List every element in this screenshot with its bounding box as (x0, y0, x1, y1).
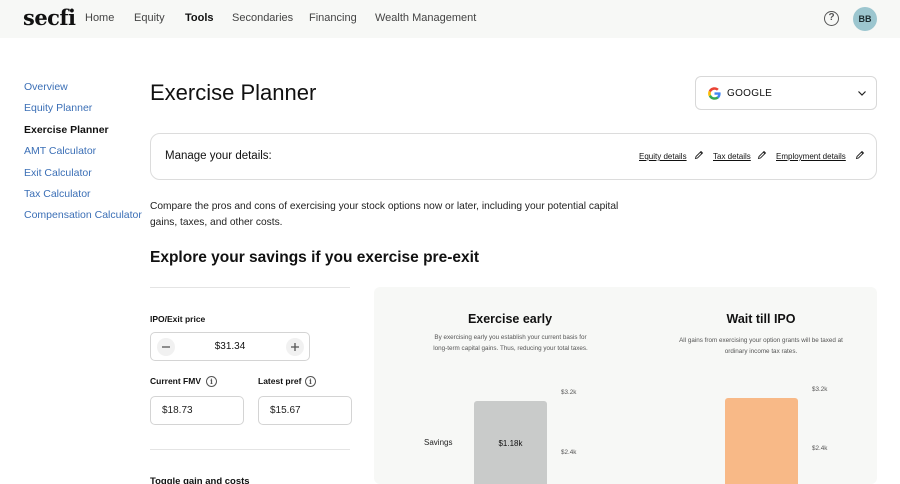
nav-financing[interactable]: Financing (309, 12, 357, 24)
latest-pref-input[interactable]: $15.67 (258, 396, 352, 425)
section-title: Explore your savings if you exercise pre… (150, 249, 480, 266)
details-title: Manage your details: (165, 150, 272, 162)
nav-tools[interactable]: Tools (185, 12, 214, 24)
pencil-icon[interactable] (694, 150, 704, 160)
plus-button[interactable] (286, 338, 304, 356)
nav-equity[interactable]: Equity (134, 12, 165, 24)
current-fmv-input[interactable]: $18.73 (150, 396, 244, 425)
axis-label: $2.4k (812, 445, 828, 452)
toggle-gain-costs-label[interactable]: Toggle gain and costs (150, 476, 250, 484)
avatar[interactable]: BB (853, 7, 877, 31)
exercise-early-title: Exercise early (467, 312, 553, 326)
axis-label: $3.2k (812, 386, 828, 393)
wait-ipo-bar (725, 398, 798, 484)
pencil-icon[interactable] (855, 150, 865, 160)
secfi-logo[interactable]: secfi (23, 5, 76, 30)
sidebar-item-compensation-calculator[interactable]: Compensation Calculator (24, 209, 142, 221)
page-description: Compare the pros and cons of exercising … (150, 201, 619, 228)
sidebar-item-amt-calculator[interactable]: AMT Calculator (24, 145, 96, 157)
info-icon[interactable]: i (305, 376, 316, 387)
exercise-early-description: By exercising early you establish your c… (433, 334, 588, 352)
divider (150, 449, 350, 450)
savings-row-label: Savings (424, 438, 453, 447)
ipo-price-stepper: $31.34 (150, 332, 310, 361)
equity-details-link[interactable]: Equity details (639, 152, 687, 161)
divider (150, 287, 350, 288)
sidebar-item-overview[interactable]: Overview (24, 81, 68, 93)
current-fmv-label: Current FMV (150, 376, 201, 386)
ipo-price-label: IPO/Exit price (150, 314, 206, 324)
company-select[interactable]: GOOGLE (695, 76, 877, 110)
company-name: GOOGLE (727, 88, 773, 99)
help-icon[interactable]: ? (824, 11, 839, 26)
plus-icon (291, 343, 299, 351)
nav-home[interactable]: Home (85, 12, 114, 24)
sidebar-item-exit-calculator[interactable]: Exit Calculator (24, 167, 92, 179)
info-icon[interactable]: i (206, 376, 217, 387)
google-icon (708, 87, 721, 100)
sidebar-item-tax-calculator[interactable]: Tax Calculator (24, 188, 91, 200)
axis-label: $2.4k (561, 449, 577, 456)
manage-details-card: Manage your details: Equity details Tax … (150, 133, 877, 180)
top-nav: secfi Home Equity Tools Secondaries Fina… (0, 0, 900, 38)
wait-ipo-title: Wait till IPO (726, 312, 796, 326)
page-title: Exercise Planner (150, 80, 317, 105)
sidebar-item-equity-planner[interactable]: Equity Planner (24, 102, 92, 114)
comparison-panel: Exercise early By exercising early you e… (374, 287, 877, 484)
nav-secondaries[interactable]: Secondaries (232, 12, 293, 24)
wait-ipo-description: All gains from exercising your option gr… (679, 337, 843, 355)
chevron-down-icon (858, 91, 866, 96)
latest-pref-label: Latest pref (258, 376, 302, 386)
axis-label: $3.2k (561, 389, 577, 396)
sidebar-item-exercise-planner[interactable]: Exercise Planner (24, 124, 109, 136)
pencil-icon[interactable] (757, 150, 767, 160)
nav-wealth-management[interactable]: Wealth Management (375, 12, 476, 24)
tax-details-link[interactable]: Tax details (713, 152, 751, 161)
exercise-early-bar-label: $1.18k (498, 439, 523, 448)
employment-details-link[interactable]: Employment details (776, 152, 846, 161)
